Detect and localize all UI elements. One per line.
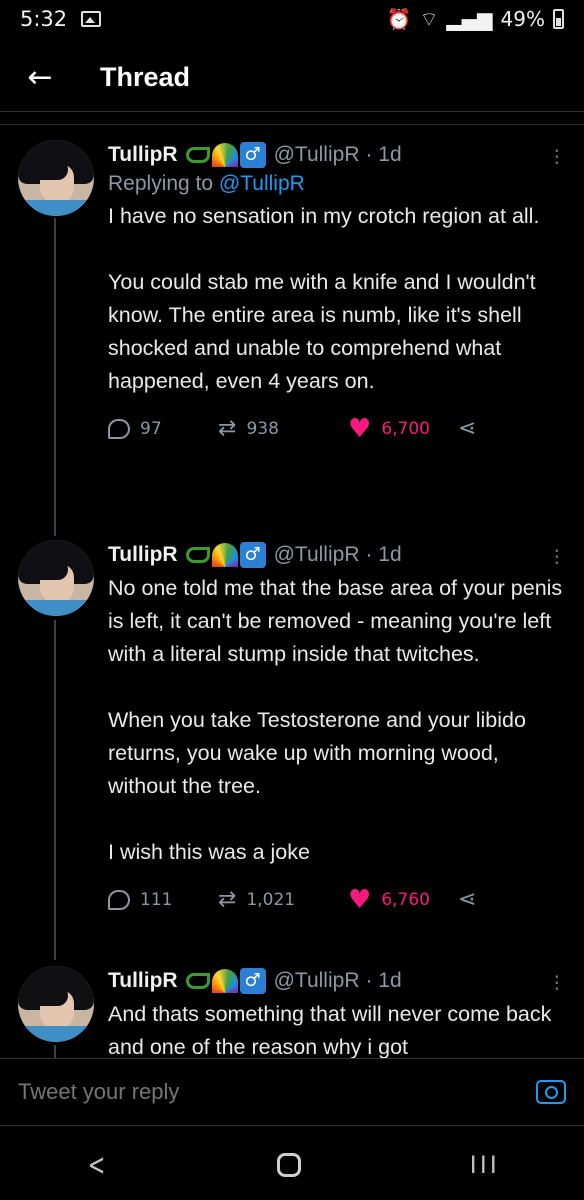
- tweet-content: TullipR ♂ @TullipR · 1d And thats someth…: [108, 968, 568, 1058]
- thread-header: ← Thread: [0, 44, 584, 112]
- alarm-icon: ⏰: [386, 7, 412, 31]
- retweet-count: 938: [246, 418, 279, 439]
- retweet-icon: ⇄: [218, 887, 237, 912]
- tweet-age: · 1d: [365, 543, 402, 566]
- display-name[interactable]: TullipR: [108, 969, 178, 993]
- home-button[interactable]: [277, 1153, 302, 1177]
- male-sign-emoji-icon: ♂: [239, 968, 266, 994]
- tweet[interactable]: · · · TullipR ♂ @TullipR · 1d And thats so…: [0, 966, 584, 1058]
- display-name[interactable]: TullipR: [108, 543, 178, 567]
- tweet-text: I have no sensation in my crotch region …: [108, 204, 540, 393]
- battery-percent: 49%: [500, 7, 545, 31]
- male-sign-emoji-icon: ♂: [239, 142, 266, 168]
- replying-to: Replying to @TullipR: [108, 172, 568, 196]
- tweet-text: No one told me that the base area of you…: [108, 576, 563, 864]
- name-emojis: ♂: [185, 968, 266, 994]
- heart-icon: ♥: [348, 884, 372, 915]
- wifi-icon: ⌔: [419, 6, 439, 31]
- tweet-meta: TullipR ♂ @TullipR · 1d: [108, 142, 568, 168]
- retweet-button[interactable]: ⇄ 938: [218, 416, 348, 441]
- tweet-actions: 97 ⇄ 938 ♥ 6,700 ⋖: [108, 413, 568, 444]
- tweet-reply-input[interactable]: [18, 1079, 536, 1105]
- avatar[interactable]: [18, 966, 94, 1042]
- name-emojis: ♂: [185, 142, 266, 168]
- rainbow-emoji-icon: [211, 969, 238, 993]
- like-count: 6,760: [381, 889, 430, 910]
- page-title: Thread: [100, 62, 191, 92]
- share-icon[interactable]: ⋖: [458, 887, 476, 912]
- heart-icon: ♥: [348, 413, 372, 444]
- replying-handle-link[interactable]: @TullipR: [219, 172, 305, 195]
- tweet-content: TullipR ♂ @TullipR · 1d Replying to @Tul…: [108, 142, 568, 444]
- replying-prefix: Replying to: [108, 172, 219, 195]
- lizard-emoji-icon: [185, 547, 210, 563]
- system-nav-bar: III <: [0, 1130, 584, 1200]
- male-sign-emoji-icon: ♂: [239, 542, 266, 568]
- tweet-text: And thats something that will never come…: [108, 1002, 558, 1058]
- handle[interactable]: @TullipR: [274, 543, 360, 567]
- reply-icon: [108, 889, 130, 910]
- reply-count: 111: [140, 889, 173, 910]
- recent-apps-button[interactable]: III: [470, 1151, 500, 1179]
- handle[interactable]: @TullipR: [274, 969, 360, 993]
- status-icons: ⏰ ⌔ ▂▄▆ 49%: [387, 7, 564, 32]
- like-button[interactable]: ♥ 6,700: [348, 413, 458, 444]
- divider: [0, 124, 584, 125]
- tweet-actions: 111 ⇄ 1,021 ♥ 6,760 ⋖: [108, 884, 568, 915]
- tweet-age: · 1d: [365, 969, 402, 992]
- reply-button[interactable]: 97: [108, 418, 218, 439]
- clock-time: 5:32: [20, 7, 68, 31]
- rainbow-emoji-icon: [211, 143, 238, 167]
- avatar[interactable]: [18, 140, 94, 216]
- like-button[interactable]: ♥ 6,760: [348, 884, 458, 915]
- tweet[interactable]: · · · TullipR ♂ @TullipR · 1d No one told …: [0, 540, 584, 950]
- retweet-button[interactable]: ⇄ 1,021: [218, 887, 348, 912]
- avatar[interactable]: [18, 540, 94, 616]
- gallery-notification-icon: [81, 11, 102, 27]
- back-button[interactable]: <: [88, 1148, 106, 1183]
- status-bar: 5:32 ⏰ ⌔ ▂▄▆ 49%: [0, 0, 584, 38]
- arrow-left-icon[interactable]: ←: [0, 60, 80, 95]
- name-emojis: ♂: [185, 542, 266, 568]
- retweet-icon: ⇄: [218, 416, 237, 441]
- lizard-emoji-icon: [185, 147, 210, 163]
- tweet-meta: TullipR ♂ @TullipR · 1d: [108, 542, 568, 568]
- reply-icon: [108, 418, 130, 439]
- like-count: 6,700: [381, 418, 430, 439]
- rainbow-emoji-icon: [211, 543, 238, 567]
- tweet[interactable]: · · · TullipR ♂ @TullipR · 1d Replying to …: [0, 140, 584, 520]
- handle[interactable]: @TullipR: [274, 143, 360, 167]
- reply-button[interactable]: 111: [108, 889, 218, 910]
- reply-composer: [0, 1058, 584, 1126]
- tweet-age: · 1d: [365, 143, 402, 166]
- camera-icon[interactable]: [536, 1080, 566, 1104]
- tweet-meta: TullipR ♂ @TullipR · 1d: [108, 968, 568, 994]
- battery-icon: [553, 9, 564, 29]
- lizard-emoji-icon: [185, 973, 210, 989]
- retweet-count: 1,021: [246, 889, 296, 910]
- reply-count: 97: [140, 418, 162, 439]
- tweet-content: TullipR ♂ @TullipR · 1d No one told me t…: [108, 542, 568, 915]
- signal-icon: ▂▄▆: [446, 7, 493, 31]
- share-icon[interactable]: ⋖: [458, 416, 476, 441]
- display-name[interactable]: TullipR: [108, 143, 178, 167]
